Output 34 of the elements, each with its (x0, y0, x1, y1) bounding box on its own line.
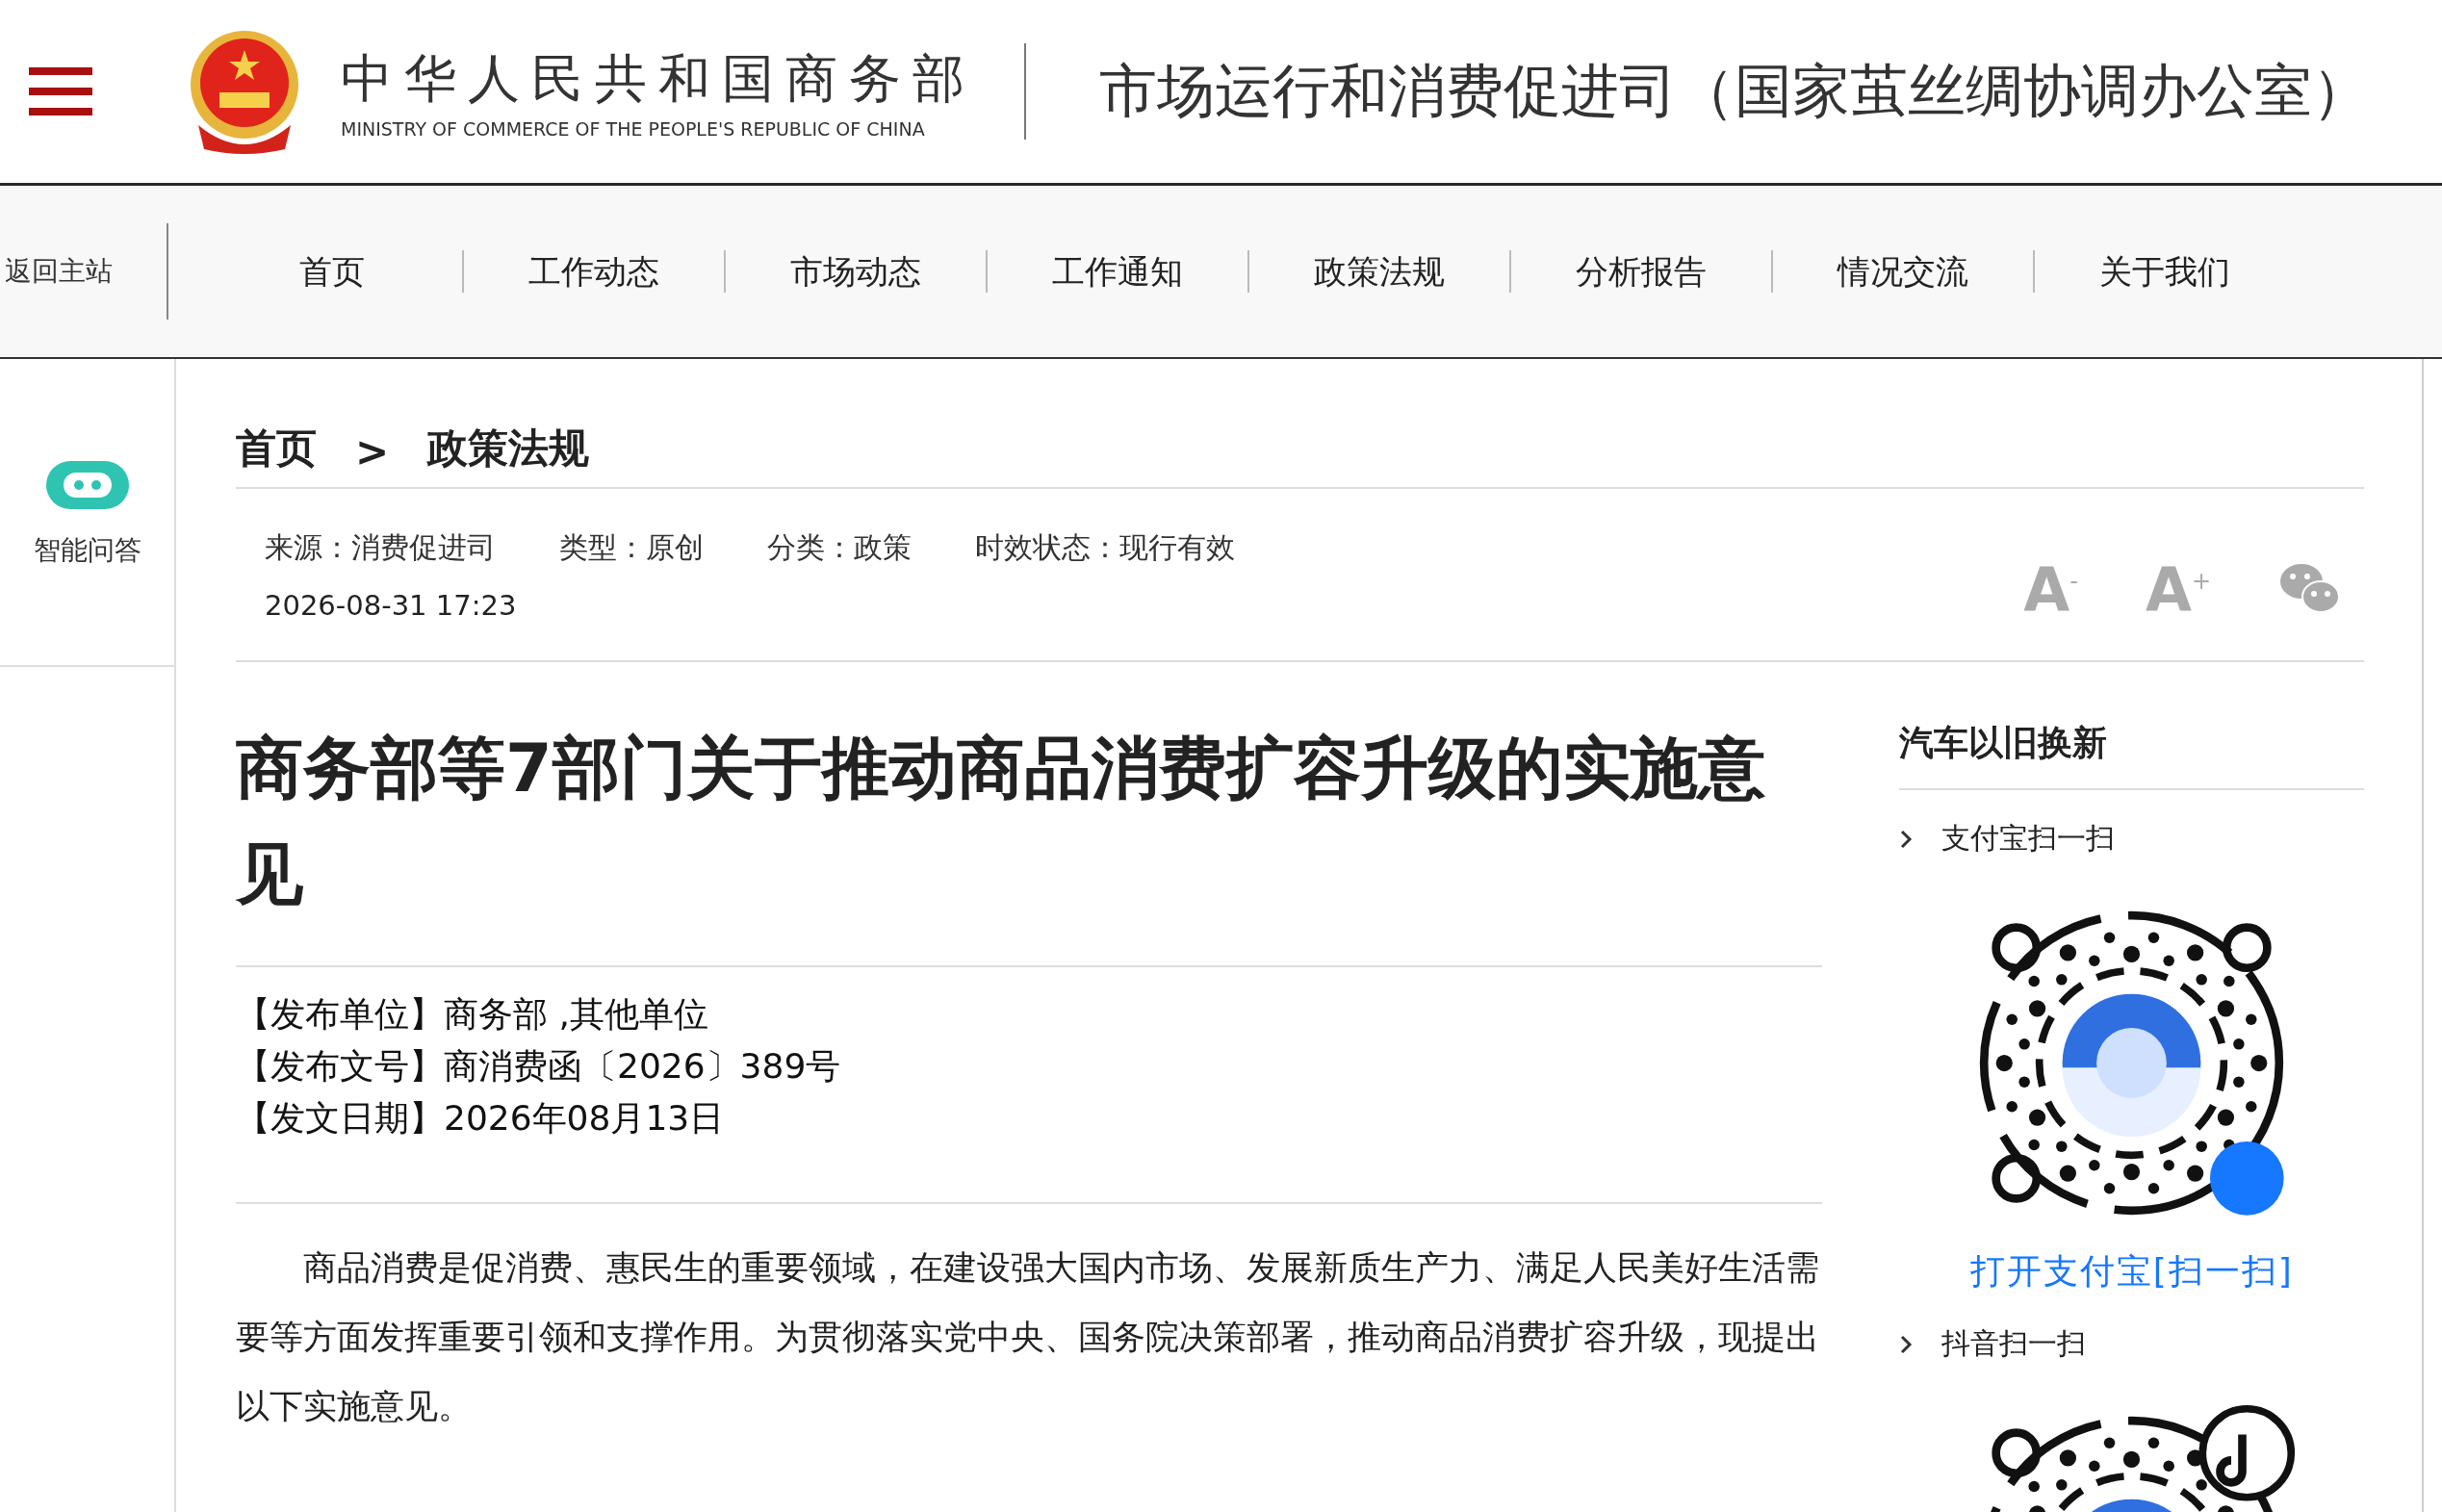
site-title: 中华人民共和国商务部 (341, 46, 976, 111)
menu-icon[interactable] (29, 67, 92, 115)
site-subtitle: MINISTRY OF COMMERCE OF THE PEOPLE'S REPUBLIC OF CHINA (341, 117, 926, 140)
meta-field: 时效状态：现行有效 (975, 527, 1235, 568)
publish-date: 2026-08-31 17:23 (265, 588, 518, 622)
scan-caption: 打开支付宝[扫一扫] (1968, 1250, 2295, 1293)
breadcrumb-link[interactable]: 政策法规 (427, 422, 590, 475)
nav-item[interactable]: 关于我们 (2035, 250, 2295, 293)
nav-item[interactable]: 政策法规 (1249, 250, 1511, 293)
nav-item[interactable]: 首页 (202, 250, 464, 293)
meta-field: 类型：原创 (559, 527, 704, 568)
assistant-link[interactable]: 智能问答 (33, 532, 141, 569)
info-line: 【发布文号】商消费函〔2026〕389号 (236, 1045, 842, 1088)
info-line: 【发文日期】2026年08月13日 (236, 1097, 726, 1140)
nav-item[interactable]: 市场动态 (726, 250, 988, 293)
chevron-icon (1899, 1333, 1914, 1355)
meta-field: 来源：消费促进司 (265, 527, 496, 568)
chevron-icon (1899, 828, 1914, 850)
nav-item[interactable]: 工作动态 (464, 250, 726, 293)
info-line: 【发布单位】商务部 ,其他单位 (236, 993, 709, 1036)
nav-item[interactable]: 工作通知 (988, 250, 1249, 293)
scan-link[interactable]: 抖音扫一扫 (1899, 1324, 2364, 1364)
breadcrumb-separator: > (355, 428, 390, 475)
back-link[interactable]: 返回主站 (0, 223, 168, 320)
meta-field: 分类：政策 (767, 527, 912, 568)
scan-link[interactable]: 支付宝扫一扫 (1899, 819, 2364, 859)
article-title: 商务部等7部门关于推动商品消费扩容升级的实施意见 (236, 715, 1823, 967)
panel-heading: 汽车以旧换新 (1899, 720, 2364, 790)
emblem-icon (189, 29, 300, 154)
breadcrumb-link[interactable]: 首页 (236, 422, 317, 475)
department-title: 市场运行和消费促进司（国家茧丝绸协调办公室） (1099, 55, 2370, 126)
nav-item[interactable]: 分析报告 (1511, 250, 1773, 293)
article-paragraph: 商品消费是促消费、惠民生的重要领域，在建设强大国内市场、发展新质生产力、满足人民美好生活需要等方面发挥重要引领和支撑作用。为贯彻落实党中央、国务院决策部署，推动商品消费扩容升级，现提出以下实施意见。 (236, 1247, 1820, 1427)
nav-item[interactable]: 情况交流 (1773, 250, 2035, 293)
